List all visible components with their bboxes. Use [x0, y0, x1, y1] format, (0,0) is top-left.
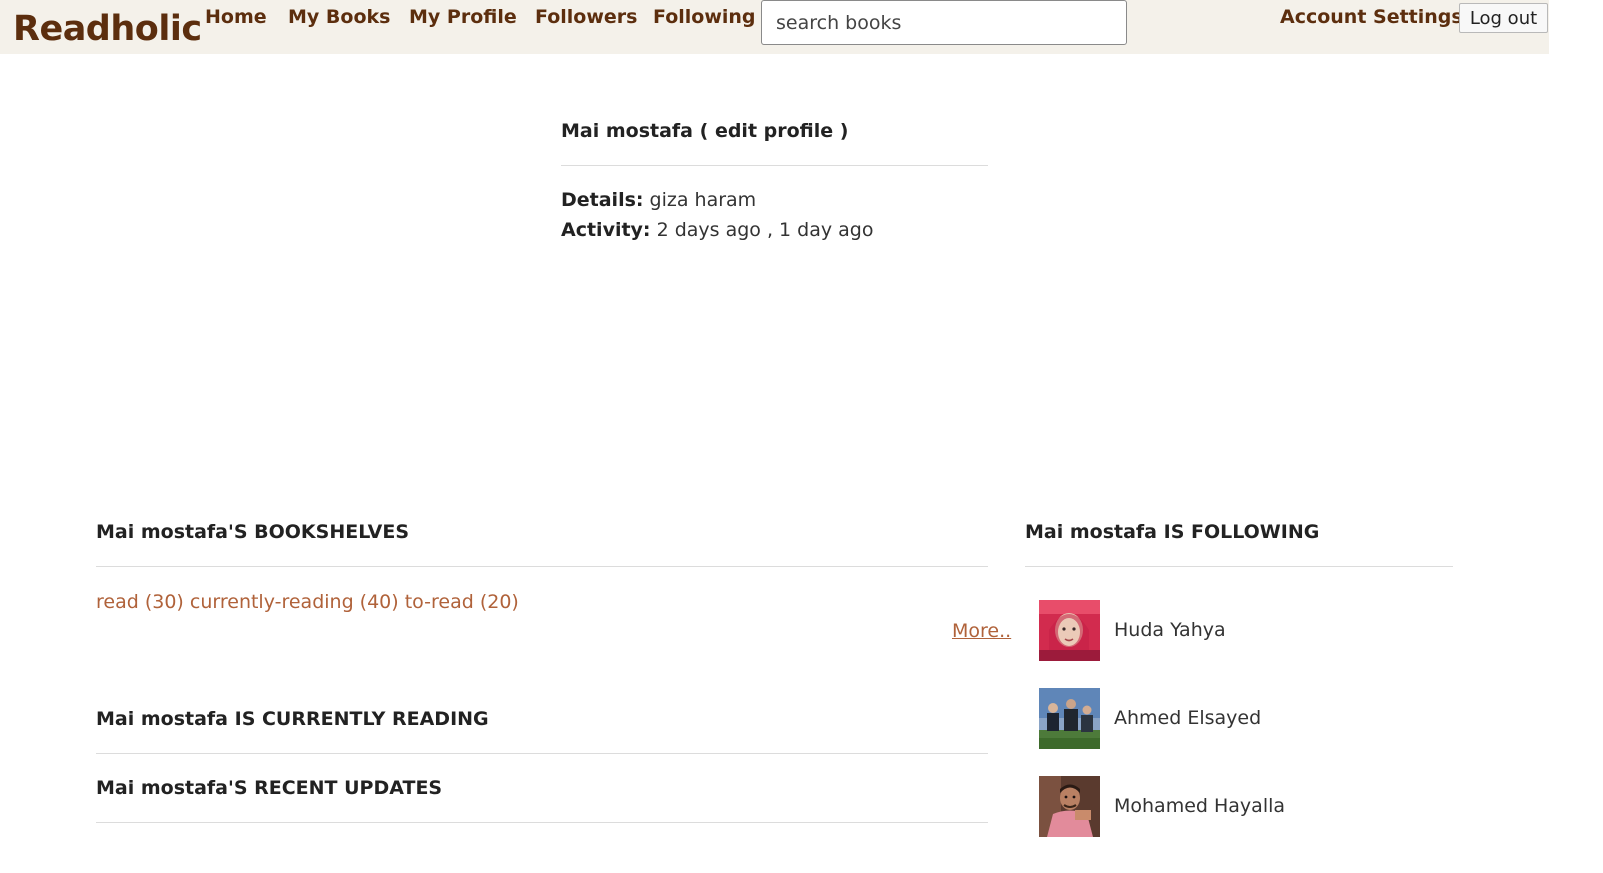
top-navbar: Readholic Home My Books My Profile Follo… [0, 0, 1549, 54]
nav-following[interactable]: Following [653, 5, 756, 29]
following-user-item[interactable]: Ahmed Elsayed [1039, 688, 1439, 749]
profile-heading: Mai mostafa ( edit profile ) [561, 120, 848, 142]
divider [96, 566, 988, 567]
avatar[interactable] [1039, 600, 1100, 661]
divider [96, 822, 988, 823]
following-user-name[interactable]: Mohamed Hayalla [1114, 795, 1285, 817]
brand-logo[interactable]: Readholic [13, 8, 202, 50]
shelf-to-read[interactable]: to-read (20) [405, 591, 519, 613]
nav-followers[interactable]: Followers [535, 5, 637, 29]
following-user-name[interactable]: Ahmed Elsayed [1114, 707, 1261, 729]
details-value: giza haram [649, 189, 757, 211]
divider [561, 165, 988, 166]
edit-profile-link[interactable]: ( edit profile ) [700, 120, 849, 142]
logout-button[interactable]: Log out [1459, 3, 1548, 33]
avatar[interactable] [1039, 688, 1100, 749]
recent-updates-title: Mai mostafa'S RECENT UPDATES [96, 777, 443, 799]
profile-activity: Activity: 2 days ago , 1 day ago [561, 219, 873, 241]
activity-label: Activity: [561, 219, 651, 241]
nav-home[interactable]: Home [205, 5, 267, 29]
profile-name: Mai mostafa [561, 120, 694, 142]
following-user-item[interactable]: Mohamed Hayalla [1039, 776, 1439, 837]
profile-details: Details: giza haram [561, 189, 756, 211]
currently-reading-title: Mai mostafa IS CURRENTLY READING [96, 708, 489, 730]
following-user-item[interactable]: Huda Yahya [1039, 600, 1439, 661]
details-label: Details: [561, 189, 644, 211]
nav-my-books[interactable]: My Books [288, 5, 390, 29]
following-title: Mai mostafa IS FOLLOWING [1025, 521, 1320, 543]
divider [96, 753, 988, 754]
bookshelves-title: Mai mostafa'S BOOKSHELVES [96, 521, 410, 543]
activity-value: 2 days ago , 1 day ago [656, 219, 874, 241]
search-input[interactable] [761, 0, 1127, 45]
divider [1025, 566, 1453, 567]
following-user-name[interactable]: Huda Yahya [1114, 619, 1226, 641]
nav-my-profile[interactable]: My Profile [409, 5, 517, 29]
bookshelf-list: read (30) currently-reading (40) to-read… [96, 591, 519, 613]
shelf-currently-reading[interactable]: currently-reading (40) [190, 591, 399, 613]
more-shelves-link[interactable]: More.. [952, 620, 1011, 642]
nav-account-settings[interactable]: Account Settings [1280, 5, 1463, 29]
shelf-read[interactable]: read (30) [96, 591, 184, 613]
avatar[interactable] [1039, 776, 1100, 837]
